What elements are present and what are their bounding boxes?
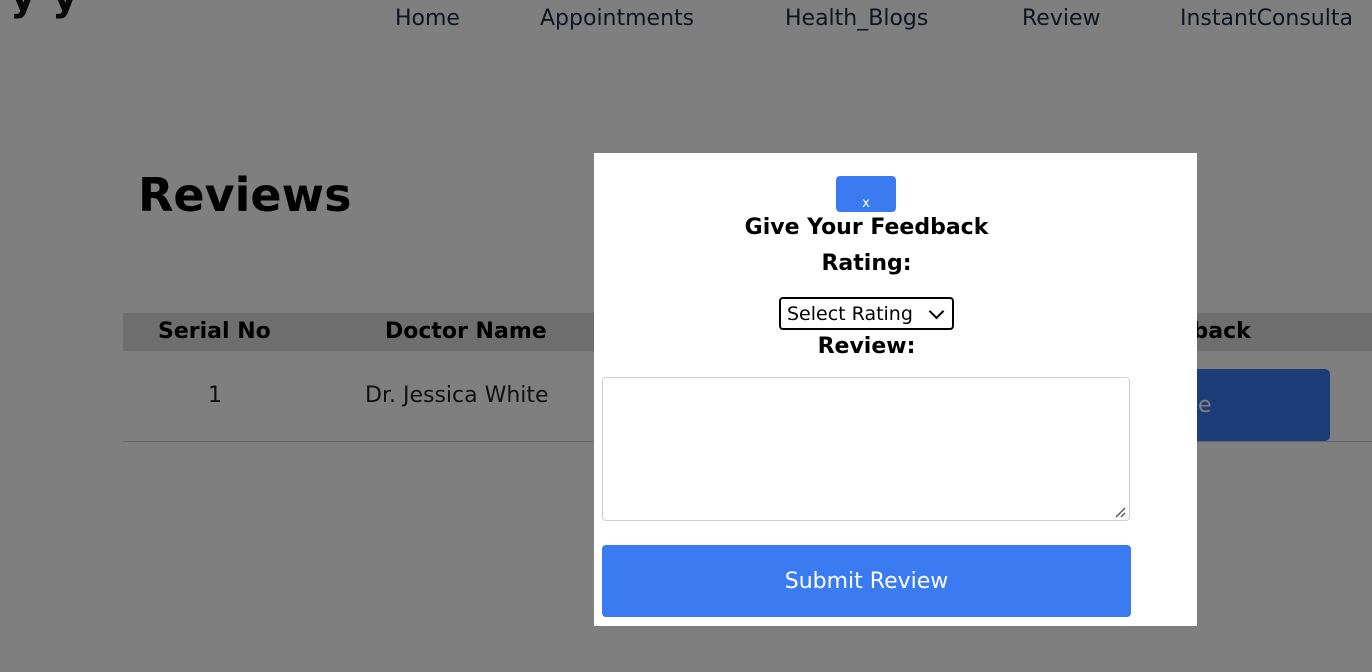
review-textarea[interactable]: [602, 377, 1130, 521]
close-modal-button[interactable]: x: [836, 176, 896, 212]
rating-select-value: Select Rating: [787, 302, 913, 325]
resize-handle-icon[interactable]: [1114, 506, 1126, 518]
submit-review-button[interactable]: Submit Review: [602, 545, 1131, 617]
rating-label: Rating:: [821, 251, 912, 276]
chevron-down-icon: [928, 303, 945, 319]
rating-select[interactable]: Select Rating: [779, 297, 954, 330]
feedback-modal: x Give Your Feedback Rating: Select Rati…: [594, 153, 1197, 626]
modal-title: Give Your Feedback: [744, 215, 989, 240]
review-label: Review:: [817, 334, 916, 359]
